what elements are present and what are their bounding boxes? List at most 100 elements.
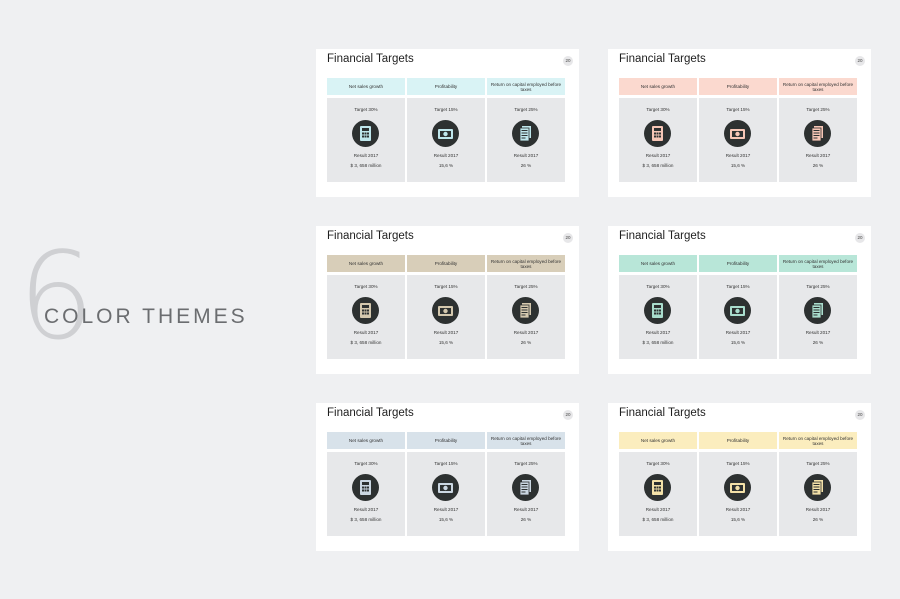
target-column: Return on capital employed before taxes … <box>487 78 565 182</box>
slide-title: Financial Targets <box>327 53 414 65</box>
target-label: Target 30% <box>354 284 378 289</box>
target-column: Net sales growth Target 30% Result 2017 … <box>327 78 405 182</box>
big-six-number: 6 <box>18 228 95 367</box>
money-icon <box>724 120 751 147</box>
page-number-badge: 20 <box>563 233 573 243</box>
column-body: Target 25% Result 2017 26 % <box>779 452 857 536</box>
document-icon <box>512 120 539 147</box>
column-body: Target 25% Result 2017 26 % <box>487 275 565 359</box>
column-body: Target 30% Result 2017 $ 3, 658 million <box>619 98 697 182</box>
column-body: Target 15% Result 2017 15,6 % <box>407 275 485 359</box>
result-label: Result 2017 <box>645 507 671 512</box>
result-value: 15,6 % <box>438 163 454 168</box>
target-column: Return on capital employed before taxes … <box>779 432 857 536</box>
column-body: Target 30% Result 2017 $ 3, 658 million <box>327 98 405 182</box>
result-label: Result 2017 <box>805 507 831 512</box>
calculator-icon <box>644 474 671 501</box>
slide-title: Financial Targets <box>619 407 706 419</box>
target-column: Profitability Target 15% Result 2017 15,… <box>699 432 777 536</box>
column-header: Profitability <box>407 78 485 95</box>
column-header: Net sales growth <box>619 255 697 272</box>
result-value: 26 % <box>520 340 532 345</box>
document-icon <box>804 297 831 324</box>
column-header: Return on capital employed before taxes <box>487 78 565 95</box>
targets-columns: Net sales growth Target 30% Result 2017 … <box>327 255 565 359</box>
target-column: Profitability Target 15% Result 2017 15,… <box>407 78 485 182</box>
result-value: $ 3, 658 million <box>642 517 674 522</box>
column-header: Net sales growth <box>619 78 697 95</box>
result-label: Result 2017 <box>433 153 459 158</box>
theme-slide-2[interactable]: Financial Targets 20 Net sales growth Tar… <box>608 49 871 197</box>
target-column: Return on capital employed before taxes … <box>487 432 565 536</box>
target-label: Target 15% <box>434 461 458 466</box>
column-header: Return on capital employed before taxes <box>487 432 565 449</box>
result-label: Result 2017 <box>725 507 751 512</box>
result-value: 26 % <box>520 517 532 522</box>
theme-slide-6[interactable]: Financial Targets 20 Net sales growth Tar… <box>608 403 871 551</box>
column-header: Net sales growth <box>327 78 405 95</box>
column-header: Net sales growth <box>327 255 405 272</box>
theme-slide-5[interactable]: Financial Targets 20 Net sales growth Tar… <box>316 403 579 551</box>
targets-columns: Net sales growth Target 30% Result 2017 … <box>619 78 857 182</box>
result-label: Result 2017 <box>353 507 379 512</box>
column-body: Target 30% Result 2017 $ 3, 658 million <box>327 275 405 359</box>
target-label: Target 30% <box>354 107 378 112</box>
column-header: Return on capital employed before taxes <box>487 255 565 272</box>
target-column: Return on capital employed before taxes … <box>779 78 857 182</box>
page-number-badge: 20 <box>563 410 573 420</box>
result-label: Result 2017 <box>725 153 751 158</box>
target-column: Net sales growth Target 30% Result 2017 … <box>619 78 697 182</box>
targets-columns: Net sales growth Target 30% Result 2017 … <box>619 255 857 359</box>
target-column: Return on capital employed before taxes … <box>487 255 565 359</box>
target-column: Return on capital employed before taxes … <box>779 255 857 359</box>
document-icon <box>512 297 539 324</box>
calculator-icon <box>352 297 379 324</box>
calculator-icon <box>352 120 379 147</box>
target-label: Target 30% <box>646 284 670 289</box>
target-label: Target 15% <box>726 284 750 289</box>
column-header: Return on capital employed before taxes <box>779 255 857 272</box>
target-label: Target 15% <box>726 107 750 112</box>
column-body: Target 30% Result 2017 $ 3, 658 million <box>619 452 697 536</box>
column-body: Target 15% Result 2017 15,6 % <box>407 98 485 182</box>
slide-title: Financial Targets <box>327 407 414 419</box>
calculator-icon <box>352 474 379 501</box>
page-number-badge: 20 <box>855 56 865 66</box>
target-column: Profitability Target 15% Result 2017 15,… <box>407 432 485 536</box>
target-label: Target 30% <box>354 461 378 466</box>
target-column: Net sales growth Target 30% Result 2017 … <box>619 255 697 359</box>
target-column: Profitability Target 15% Result 2017 15,… <box>407 255 485 359</box>
result-label: Result 2017 <box>805 330 831 335</box>
document-icon <box>804 474 831 501</box>
column-header: Net sales growth <box>327 432 405 449</box>
result-value: $ 3, 658 million <box>642 340 674 345</box>
target-label: Target 15% <box>726 461 750 466</box>
theme-slide-4[interactable]: Financial Targets 20 Net sales growth Tar… <box>608 226 871 374</box>
result-label: Result 2017 <box>513 330 539 335</box>
column-header: Profitability <box>699 78 777 95</box>
target-label: Target 25% <box>806 107 830 112</box>
result-value: 15,6 % <box>438 517 454 522</box>
result-value: 15,6 % <box>730 517 746 522</box>
column-body: Target 15% Result 2017 15,6 % <box>407 452 485 536</box>
result-value: 15,6 % <box>730 163 746 168</box>
target-label: Target 25% <box>806 284 830 289</box>
result-value: 15,6 % <box>438 340 454 345</box>
slide-title: Financial Targets <box>619 230 706 242</box>
result-label: Result 2017 <box>805 153 831 158</box>
target-label: Target 25% <box>514 107 538 112</box>
column-body: Target 30% Result 2017 $ 3, 658 million <box>619 275 697 359</box>
result-value: $ 3, 658 million <box>350 517 382 522</box>
column-header: Profitability <box>699 255 777 272</box>
theme-slide-3[interactable]: Financial Targets 20 Net sales growth Tar… <box>316 226 579 374</box>
result-label: Result 2017 <box>513 153 539 158</box>
result-value: 26 % <box>812 517 824 522</box>
result-label: Result 2017 <box>353 153 379 158</box>
result-value: $ 3, 658 million <box>350 163 382 168</box>
result-value: $ 3, 658 million <box>350 340 382 345</box>
slide-title: Financial Targets <box>327 230 414 242</box>
target-label: Target 15% <box>434 284 458 289</box>
money-icon <box>432 120 459 147</box>
theme-slide-1[interactable]: Financial Targets 20 Net sales growth Tar… <box>316 49 579 197</box>
column-body: Target 15% Result 2017 15,6 % <box>699 98 777 182</box>
